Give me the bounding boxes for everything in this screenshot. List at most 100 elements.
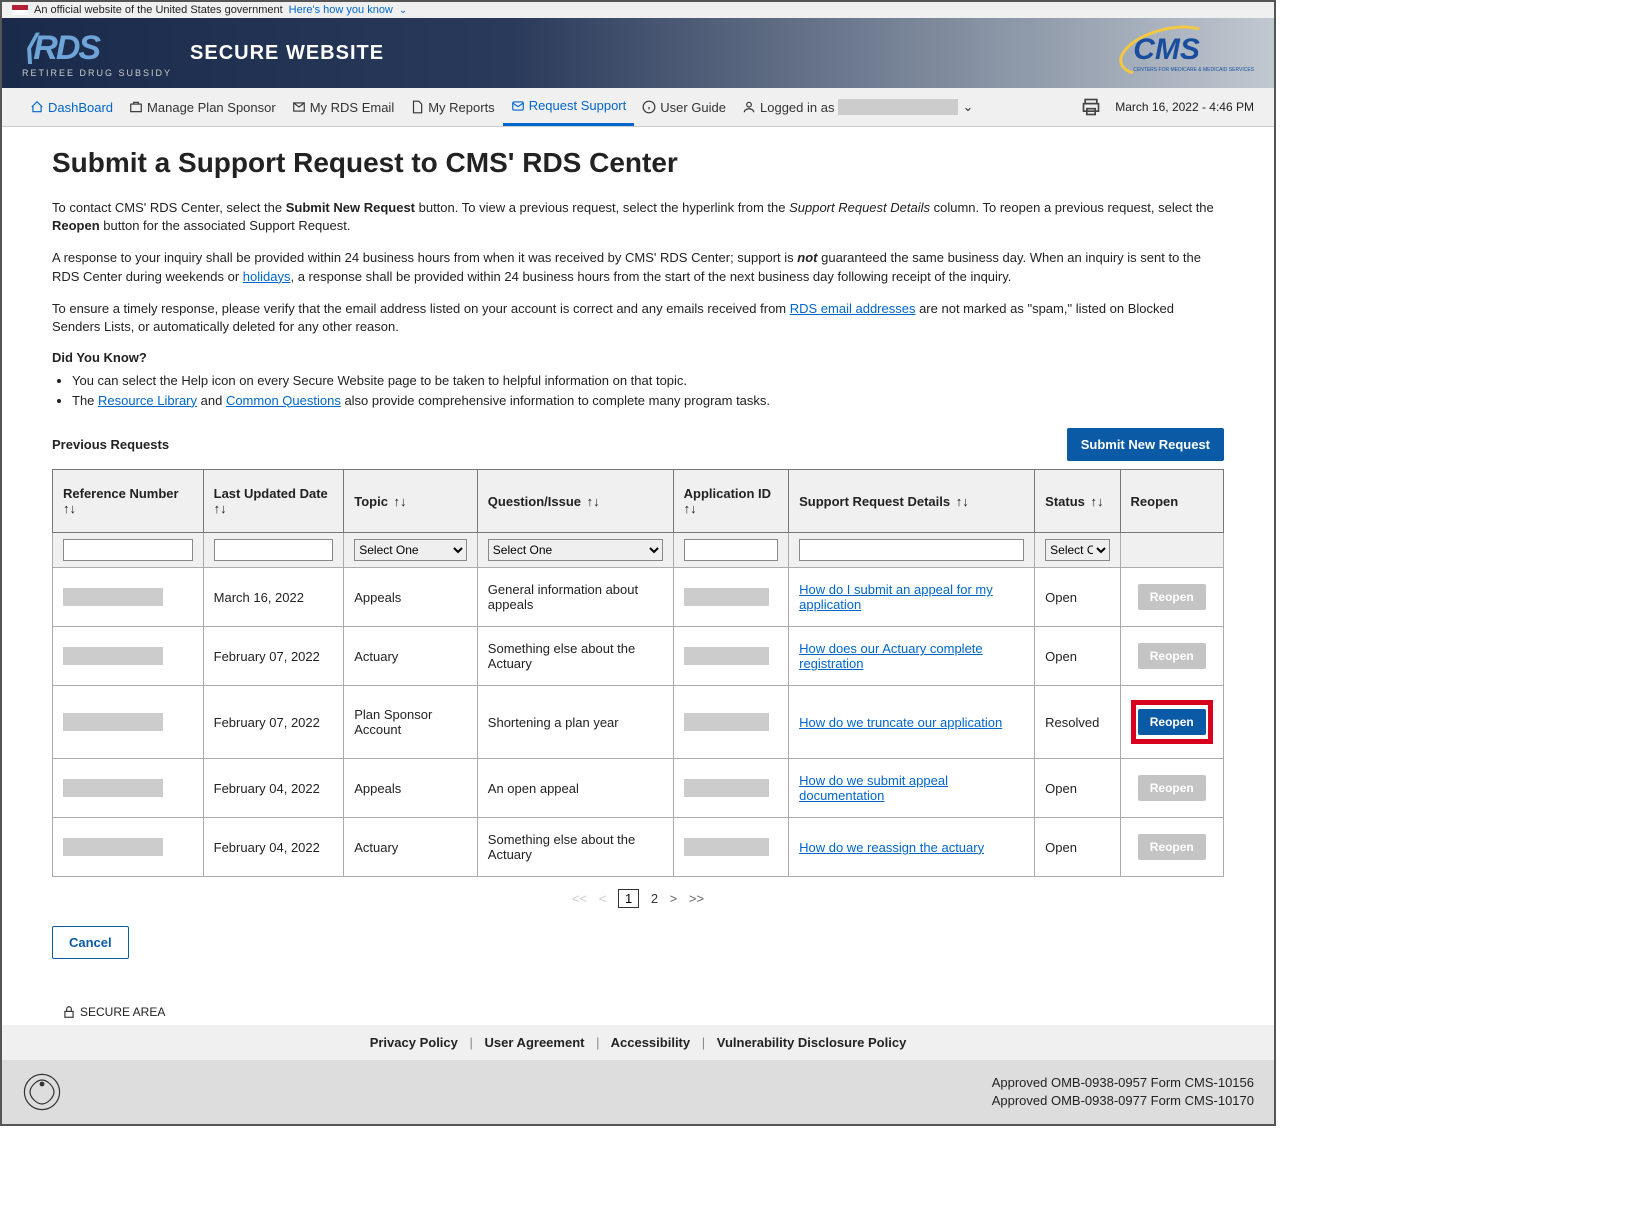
page-2[interactable]: 2: [651, 891, 658, 906]
col-last-updated[interactable]: Last Updated Date ↑↓: [203, 470, 344, 533]
common-questions-link[interactable]: Common Questions: [226, 393, 341, 408]
col-details[interactable]: Support Request Details ↑↓: [789, 470, 1035, 533]
filter-details-input[interactable]: [799, 539, 1024, 561]
col-status[interactable]: Status ↑↓: [1035, 470, 1120, 533]
cell-status: Open: [1035, 759, 1120, 818]
nav-request-support[interactable]: Request Support: [503, 88, 635, 126]
cell-topic: Actuary: [344, 818, 478, 877]
col-topic[interactable]: Topic ↑↓: [344, 470, 478, 533]
filter-topic-select[interactable]: Select One: [354, 539, 467, 561]
table-row: February 04, 2022 Actuary Something else…: [53, 818, 1224, 877]
cancel-button[interactable]: Cancel: [52, 926, 129, 959]
reopen-button: Reopen: [1138, 834, 1206, 860]
reopen-button[interactable]: Reopen: [1138, 709, 1206, 735]
support-request-detail-link[interactable]: How do I submit an appeal for my applica…: [799, 582, 993, 612]
page-next[interactable]: >: [670, 891, 678, 906]
page-title: Submit a Support Request to CMS' RDS Cen…: [52, 147, 1224, 179]
previous-requests-label: Previous Requests: [52, 437, 169, 452]
appid-redacted: [684, 838, 769, 856]
appid-redacted: [684, 588, 769, 606]
home-icon: [30, 100, 44, 114]
cell-date: February 07, 2022: [203, 686, 344, 759]
cell-status: Resolved: [1035, 686, 1120, 759]
cell-question: An open appeal: [477, 759, 673, 818]
nav-user-guide[interactable]: User Guide: [634, 90, 734, 125]
cell-topic: Actuary: [344, 627, 478, 686]
cell-topic: Appeals: [344, 759, 478, 818]
table-row: February 07, 2022 Plan Sponsor Account S…: [53, 686, 1224, 759]
filter-question-select[interactable]: Select One: [488, 539, 663, 561]
nav-bar: DashBoard Manage Plan Sponsor My RDS Ema…: [2, 88, 1274, 127]
cell-reopen: Reopen: [1120, 627, 1223, 686]
resource-library-link[interactable]: Resource Library: [98, 393, 197, 408]
cell-reopen: Reopen: [1120, 686, 1223, 759]
did-you-know-list: You can select the Help icon on every Se…: [72, 371, 1224, 410]
secure-area: SECURE AREA: [2, 999, 1274, 1025]
appid-redacted: [684, 713, 769, 731]
omb-line-2: Approved OMB-0938-0977 Form CMS-10170: [992, 1092, 1254, 1110]
cell-date: February 04, 2022: [203, 759, 344, 818]
filter-date-input[interactable]: [214, 539, 334, 561]
support-request-detail-link[interactable]: How does our Actuary complete registrati…: [799, 641, 983, 671]
col-question[interactable]: Question/Issue ↑↓: [477, 470, 673, 533]
filter-reference-input[interactable]: [63, 539, 193, 561]
pagination: << < 1 2 > >>: [52, 891, 1224, 906]
page-1[interactable]: 1: [618, 889, 639, 908]
nav-my-reports[interactable]: My Reports: [402, 90, 502, 125]
rds-email-link[interactable]: RDS email addresses: [790, 301, 916, 316]
support-request-detail-link[interactable]: How do we submit appeal documentation: [799, 773, 948, 803]
reopen-button: Reopen: [1138, 643, 1206, 669]
footer-vulnerability[interactable]: Vulnerability Disclosure Policy: [717, 1035, 907, 1050]
briefcase-icon: [129, 100, 143, 114]
intro-para-3: To ensure a timely response, please veri…: [52, 300, 1224, 336]
reopen-button: Reopen: [1138, 775, 1206, 801]
timestamp: March 16, 2022 - 4:46 PM: [1115, 100, 1254, 114]
cell-date: February 04, 2022: [203, 818, 344, 877]
filter-appid-input[interactable]: [684, 539, 778, 561]
support-request-detail-link[interactable]: How do we reassign the actuary: [799, 840, 984, 855]
support-request-detail-link[interactable]: How do we truncate our application: [799, 715, 1002, 730]
cell-reopen: Reopen: [1120, 568, 1223, 627]
requests-table: Reference Number ↑↓ Last Updated Date ↑↓…: [52, 469, 1224, 877]
nav-rds-email[interactable]: My RDS Email: [284, 90, 403, 125]
cell-topic: Appeals: [344, 568, 478, 627]
filter-status-select[interactable]: Select One: [1045, 539, 1109, 561]
cell-date: February 07, 2022: [203, 627, 344, 686]
support-mail-icon: [511, 99, 525, 113]
table-row: February 04, 2022 Appeals An open appeal…: [53, 759, 1224, 818]
gov-banner: An official website of the United States…: [2, 2, 1274, 18]
omb-line-1: Approved OMB-0938-0957 Form CMS-10156: [992, 1074, 1254, 1092]
chevron-down-icon[interactable]: ⌄: [962, 99, 973, 115]
nav-manage-plan-sponsor[interactable]: Manage Plan Sponsor: [121, 90, 284, 125]
col-reference-number[interactable]: Reference Number ↑↓: [53, 470, 204, 533]
reference-redacted: [63, 838, 163, 856]
page-last[interactable]: >>: [689, 891, 704, 906]
footer-privacy[interactable]: Privacy Policy: [370, 1035, 458, 1050]
mail-icon: [292, 100, 306, 114]
cell-reopen: Reopen: [1120, 759, 1223, 818]
col-application-id[interactable]: Application ID ↑↓: [673, 470, 788, 533]
nav-dashboard[interactable]: DashBoard: [22, 90, 121, 125]
cell-status: Open: [1035, 818, 1120, 877]
holidays-link[interactable]: holidays: [243, 269, 291, 284]
chevron-down-icon[interactable]: ⌄: [399, 5, 407, 16]
cell-question: Something else about the Actuary: [477, 627, 673, 686]
lock-icon: [62, 1005, 76, 1019]
page-prev[interactable]: <: [599, 891, 607, 906]
username-redacted: [838, 99, 958, 115]
page-first[interactable]: <<: [572, 891, 587, 906]
print-icon[interactable]: [1081, 97, 1101, 117]
nav-logged-in[interactable]: Logged in as ⌄: [734, 89, 981, 125]
reference-redacted: [63, 713, 163, 731]
footer-accessibility[interactable]: Accessibility: [611, 1035, 691, 1050]
gov-banner-text: An official website of the United States…: [34, 4, 283, 16]
cell-question: Something else about the Actuary: [477, 818, 673, 877]
main-content: Submit a Support Request to CMS' RDS Cen…: [2, 127, 1274, 999]
cell-question: General information about appeals: [477, 568, 673, 627]
table-row: March 16, 2022 Appeals General informati…: [53, 568, 1224, 627]
reference-redacted: [63, 647, 163, 665]
footer-agreement[interactable]: User Agreement: [485, 1035, 585, 1050]
submit-new-request-button[interactable]: Submit New Request: [1067, 428, 1224, 461]
cell-reopen: Reopen: [1120, 818, 1223, 877]
gov-banner-link[interactable]: Here's how you know: [289, 4, 393, 16]
